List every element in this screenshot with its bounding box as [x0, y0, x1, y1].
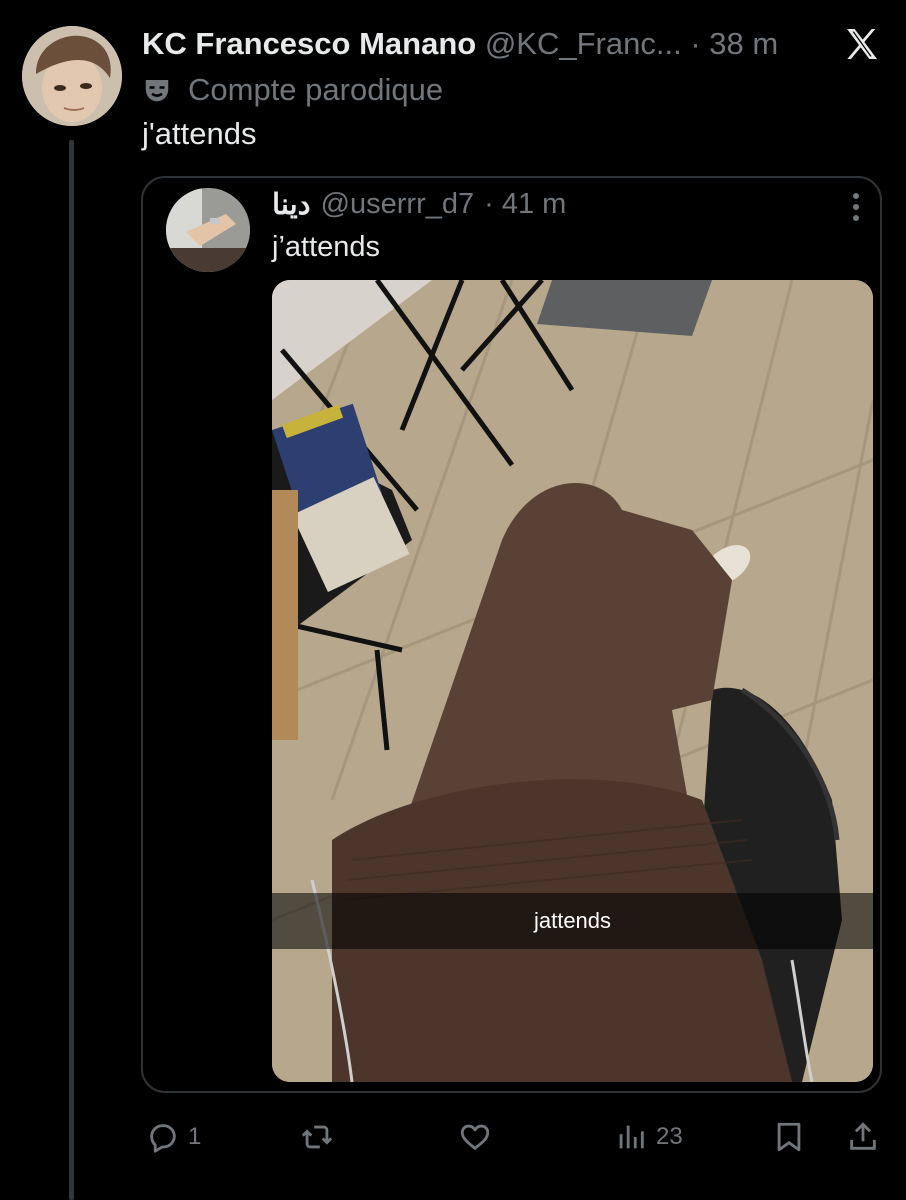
quote-media-image[interactable]: jattends [272, 280, 873, 1082]
views-count: 23 [656, 1123, 683, 1150]
reply-count: 1 [188, 1123, 202, 1150]
x-logo-icon[interactable] [842, 24, 882, 64]
like-icon [460, 1124, 490, 1150]
parody-label: Compte parodique [188, 72, 444, 107]
quote-avatar-photo [166, 188, 250, 272]
repost-button[interactable] [300, 1112, 334, 1162]
action-bar: 1 23 [0, 1112, 906, 1162]
like-button[interactable] [458, 1112, 492, 1162]
quote-text: j’attends [272, 231, 381, 263]
avatar[interactable] [22, 26, 122, 126]
media-caption: jattends [533, 908, 612, 933]
parody-label-row: Compte parodique [142, 70, 443, 110]
quote-avatar[interactable] [166, 188, 250, 272]
reply-button[interactable]: 1 [146, 1112, 201, 1162]
views-icon [619, 1125, 644, 1149]
user-handle[interactable]: @KC_Franc... [485, 26, 682, 61]
quote-time[interactable]: · 41 m [484, 188, 566, 221]
bookmark-icon [777, 1122, 801, 1152]
display-name[interactable]: KC Francesco Manano [142, 26, 476, 61]
quote-display-name[interactable]: دينا [272, 187, 311, 222]
tweet-header: KC Francesco Manano @KC_Franc... · 38 m [142, 22, 822, 66]
reply-icon [150, 1124, 176, 1153]
avatar-photo [22, 26, 122, 126]
quote-header: دينا @userrr_d7 · 41 m [272, 184, 566, 224]
tweet-time[interactable]: · 38 m [690, 26, 778, 61]
thread-line [69, 140, 74, 1200]
mask-icon [145, 80, 169, 102]
media-caption-bar: jattends [272, 893, 873, 949]
share-button[interactable] [846, 1112, 880, 1162]
tweet-text: j'attends [142, 116, 257, 151]
more-icon[interactable] [846, 190, 866, 224]
bookmark-button[interactable] [772, 1112, 806, 1162]
share-icon [850, 1122, 876, 1150]
quote-handle[interactable]: @userrr_d7 [321, 188, 475, 221]
views-button[interactable]: 23 [614, 1112, 683, 1162]
media-photo [272, 280, 873, 1082]
repost-icon [301, 1125, 333, 1149]
